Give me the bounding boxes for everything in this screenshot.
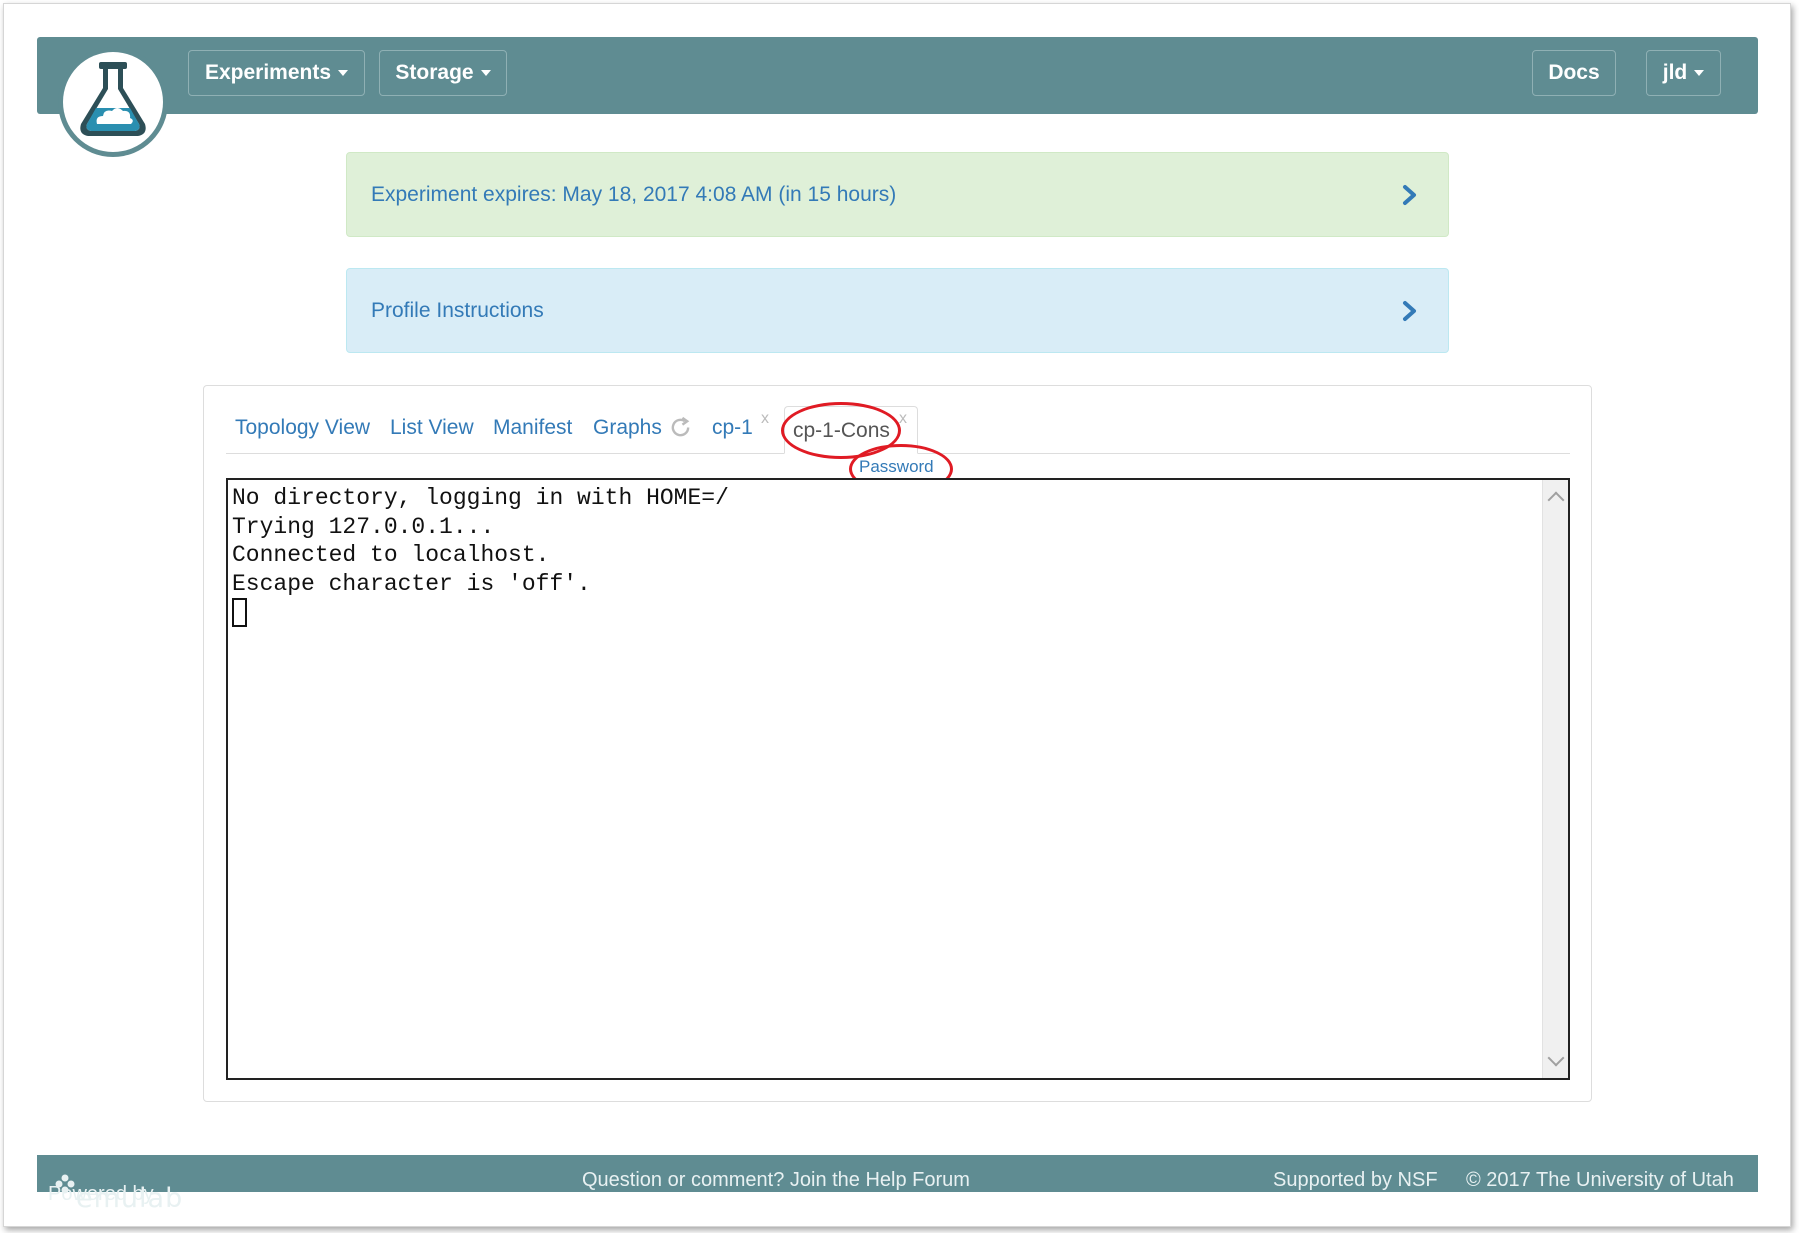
console-line: Trying 127.0.0.1... (232, 513, 495, 540)
console-output: No directory, logging in with HOME=/Tryi… (232, 484, 729, 598)
site-logo[interactable] (63, 52, 163, 152)
caret-down-icon (1694, 70, 1705, 76)
console-terminal[interactable]: No directory, logging in with HOME=/Tryi… (226, 478, 1570, 1080)
caret-down-icon (338, 70, 349, 76)
scroll-down-arrow-icon[interactable] (1547, 1049, 1565, 1067)
tab-topology-view[interactable]: Topology View (235, 416, 370, 440)
storage-menu-button[interactable]: Storage (379, 50, 507, 96)
caret-down-icon (480, 70, 491, 76)
tab-manifest[interactable]: Manifest (493, 416, 572, 440)
tab-cp-1[interactable]: cp-1 (712, 416, 753, 440)
chevron-right-icon (1403, 184, 1416, 205)
console-line: Connected to localhost. (232, 542, 550, 568)
scroll-up-arrow-icon[interactable] (1547, 491, 1565, 509)
console-line: Escape character is 'off'. (232, 570, 591, 597)
profile-instructions-panel[interactable]: Profile Instructions (346, 268, 1449, 353)
terminal-cursor (232, 598, 247, 627)
flask-cloud-icon (80, 62, 146, 136)
chevron-right-icon (1403, 300, 1416, 321)
storage-menu-label: Storage (395, 61, 474, 84)
close-tab-cp-1-icon[interactable]: x (761, 410, 769, 428)
profile-instructions-text: Profile Instructions (371, 298, 544, 322)
experiments-menu-label: Experiments (204, 61, 332, 84)
tab-graphs[interactable]: Graphs (593, 416, 662, 440)
docs-label: Docs (1548, 61, 1600, 84)
copyright-text: © 2017 The University of Utah (1466, 1169, 1734, 1191)
user-menu-label: jld (1662, 61, 1688, 84)
expiry-text: Experiment expires: May 18, 2017 4:08 AM… (371, 182, 897, 206)
experiments-menu-button[interactable]: Experiments (188, 50, 365, 96)
help-forum-link[interactable]: Question or comment? Join the Help Forum (582, 1169, 970, 1192)
experiment-expiry-panel[interactable]: Experiment expires: May 18, 2017 4:08 AM… (346, 152, 1449, 237)
tab-list-view[interactable]: List View (390, 416, 474, 440)
powered-by: Powered by emulab (48, 1169, 182, 1214)
console-line: No directory, logging in with HOME=/ (232, 485, 729, 511)
nsf-link[interactable]: Supported by NSF (1273, 1169, 1438, 1192)
refresh-icon[interactable] (669, 416, 692, 439)
flower-icon (55, 1174, 75, 1194)
user-menu-button[interactable]: jld (1646, 50, 1721, 96)
docs-button[interactable]: Docs (1532, 50, 1616, 96)
emulab-brand-link[interactable]: emulab (76, 1183, 183, 1214)
terminal-scrollbar[interactable] (1542, 480, 1568, 1078)
page-footer: Powered by emulab Question or comment? J… (37, 1155, 1758, 1214)
